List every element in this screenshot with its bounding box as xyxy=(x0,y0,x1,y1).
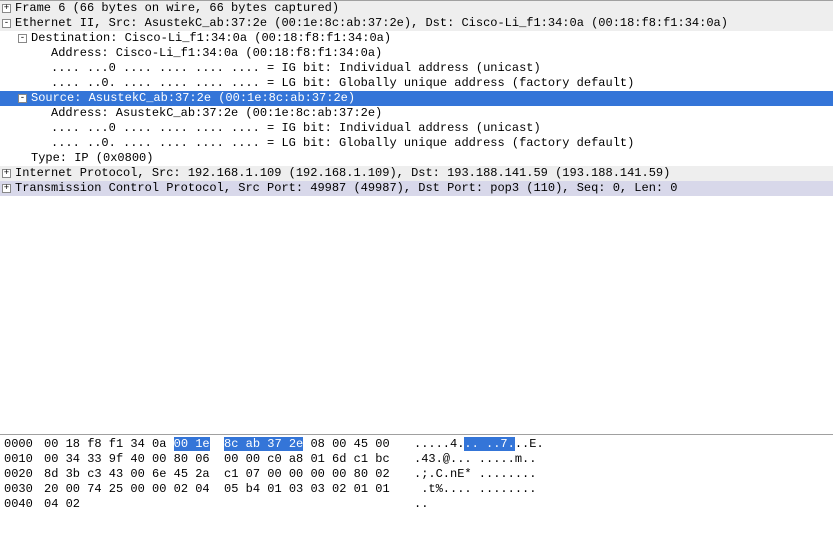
hex-row[interactable]: 0000 00 18 f8 f1 34 0a 00 1e 8c ab 37 2e… xyxy=(4,437,829,452)
hex-ascii: .. xyxy=(414,497,428,512)
hex-bytes: 00 18 f8 f1 34 0a 00 1e 8c ab 37 2e 08 0… xyxy=(44,437,414,452)
type-text: Type: IP (0x0800) xyxy=(31,151,153,166)
ethernet-summary-row[interactable]: - Ethernet II, Src: AsustekC_ab:37:2e (0… xyxy=(0,16,833,31)
packet-details-pane[interactable]: + Frame 6 (66 bytes on wire, 66 bytes ca… xyxy=(0,0,833,435)
expand-icon[interactable]: + xyxy=(2,184,11,193)
hex-ascii: .....4... ..7...E. xyxy=(414,437,544,452)
hex-ascii: .43.@... .....m.. xyxy=(414,452,536,467)
spacer xyxy=(38,49,47,58)
spacer xyxy=(38,139,47,148)
hex-bytes: 04 02 xyxy=(44,497,414,512)
expand-icon[interactable]: + xyxy=(2,169,11,178)
hex-row[interactable]: 0020 8d 3b c3 43 00 6e 45 2a c1 07 00 00… xyxy=(4,467,829,482)
spacer xyxy=(38,64,47,73)
source-lg-bit-text: .... ..0. .... .... .... .... = LG bit: … xyxy=(51,136,634,151)
hex-offset: 0000 xyxy=(4,437,44,452)
frame-summary-text: Frame 6 (66 bytes on wire, 66 bytes capt… xyxy=(15,1,339,16)
source-ig-bit-row[interactable]: .... ...0 .... .... .... .... = IG bit: … xyxy=(0,121,833,136)
hex-bytes: 8d 3b c3 43 00 6e 45 2a c1 07 00 00 00 0… xyxy=(44,467,414,482)
source-summary-text: Source: AsustekC_ab:37:2e (00:1e:8c:ab:3… xyxy=(31,91,355,106)
hex-offset: 0030 xyxy=(4,482,44,497)
destination-summary-row[interactable]: - Destination: Cisco-Li_f1:34:0a (00:18:… xyxy=(0,31,833,46)
destination-address-row[interactable]: Address: Cisco-Li_f1:34:0a (00:18:f8:f1:… xyxy=(0,46,833,61)
destination-lg-bit-text: .... ..0. .... .... .... .... = LG bit: … xyxy=(51,76,634,91)
destination-ig-bit-text: .... ...0 .... .... .... .... = IG bit: … xyxy=(51,61,541,76)
hex-row[interactable]: 0040 04 02 .. xyxy=(4,497,829,512)
hex-offset: 0020 xyxy=(4,467,44,482)
tcp-summary-row[interactable]: + Transmission Control Protocol, Src Por… xyxy=(0,181,833,196)
spacer xyxy=(38,124,47,133)
source-lg-bit-row[interactable]: .... ..0. .... .... .... .... = LG bit: … xyxy=(0,136,833,151)
source-address-text: Address: AsustekC_ab:37:2e (00:1e:8c:ab:… xyxy=(51,106,382,121)
destination-address-text: Address: Cisco-Li_f1:34:0a (00:18:f8:f1:… xyxy=(51,46,382,61)
hex-ascii: .t%.... ........ xyxy=(414,482,536,497)
source-ig-bit-text: .... ...0 .... .... .... .... = IG bit: … xyxy=(51,121,541,136)
type-row[interactable]: Type: IP (0x0800) xyxy=(0,151,833,166)
spacer xyxy=(38,79,47,88)
hex-bytes: 20 00 74 25 00 00 02 04 05 b4 01 03 03 0… xyxy=(44,482,414,497)
hex-offset: 0010 xyxy=(4,452,44,467)
destination-ig-bit-row[interactable]: .... ...0 .... .... .... .... = IG bit: … xyxy=(0,61,833,76)
hex-ascii: .;.C.nE* ........ xyxy=(414,467,536,482)
destination-summary-text: Destination: Cisco-Li_f1:34:0a (00:18:f8… xyxy=(31,31,391,46)
destination-lg-bit-row[interactable]: .... ..0. .... .... .... .... = LG bit: … xyxy=(0,76,833,91)
hex-row[interactable]: 0030 20 00 74 25 00 00 02 04 05 b4 01 03… xyxy=(4,482,829,497)
ip-summary-text: Internet Protocol, Src: 192.168.1.109 (1… xyxy=(15,166,670,181)
collapse-icon[interactable]: - xyxy=(18,34,27,43)
spacer xyxy=(18,154,27,163)
ethernet-summary-text: Ethernet II, Src: AsustekC_ab:37:2e (00:… xyxy=(15,16,728,31)
hex-offset: 0040 xyxy=(4,497,44,512)
hex-dump-pane[interactable]: 0000 00 18 f8 f1 34 0a 00 1e 8c ab 37 2e… xyxy=(0,435,833,535)
collapse-icon[interactable]: - xyxy=(18,94,27,103)
frame-summary-row[interactable]: + Frame 6 (66 bytes on wire, 66 bytes ca… xyxy=(0,1,833,16)
collapse-icon[interactable]: - xyxy=(2,19,11,28)
source-address-row[interactable]: Address: AsustekC_ab:37:2e (00:1e:8c:ab:… xyxy=(0,106,833,121)
spacer xyxy=(38,109,47,118)
hex-row[interactable]: 0010 00 34 33 9f 40 00 80 06 00 00 c0 a8… xyxy=(4,452,829,467)
expand-icon[interactable]: + xyxy=(2,4,11,13)
tcp-summary-text: Transmission Control Protocol, Src Port:… xyxy=(15,181,678,196)
ip-summary-row[interactable]: + Internet Protocol, Src: 192.168.1.109 … xyxy=(0,166,833,181)
source-summary-row[interactable]: - Source: AsustekC_ab:37:2e (00:1e:8c:ab… xyxy=(0,91,833,106)
hex-bytes: 00 34 33 9f 40 00 80 06 00 00 c0 a8 01 6… xyxy=(44,452,414,467)
